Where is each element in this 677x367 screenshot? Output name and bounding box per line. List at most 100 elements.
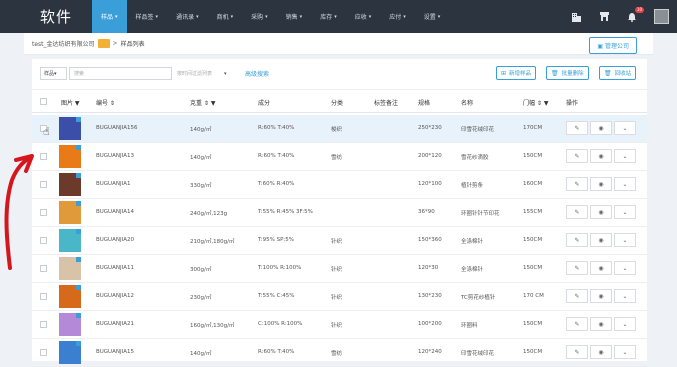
fabric-thumbnail[interactable] (59, 313, 81, 336)
bell-icon[interactable]: 10 (626, 6, 644, 23)
view-button[interactable]: ◉ (590, 317, 612, 331)
view-button[interactable]: ◉ (590, 149, 612, 163)
view-button[interactable]: ◉ (590, 233, 612, 247)
col-width[interactable]: 门幅 ⇕ ▼ (523, 98, 548, 107)
cell-width: 150CM (523, 349, 543, 355)
col-weight[interactable]: 克重 ⇕ ▼ (190, 98, 215, 107)
view-button[interactable]: ◉ (590, 261, 612, 275)
nav-item[interactable]: 库存 ▾ (311, 0, 346, 33)
add-sample-button[interactable]: ⊞ 新增样品 (496, 66, 537, 80)
cell-width: 150CM (523, 153, 543, 159)
nav-item[interactable]: 销售 ▾ (277, 0, 312, 33)
folder-icon[interactable] (97, 39, 110, 48)
row-checkbox[interactable] (40, 349, 47, 356)
table-header: 图片 ▼ 编号 ⇕ 克重 ⇕ ▼ 成分 分类 标签备注 规格 名称 门幅 ⇕ ▼… (32, 89, 647, 113)
nav-item[interactable]: 设置 ▾ (415, 0, 450, 33)
more-dropdown-button[interactable]: ⌄ (614, 205, 636, 219)
fabric-thumbnail[interactable] (59, 257, 81, 280)
edit-button[interactable]: ✎ (566, 149, 588, 163)
cell-weight: 160g/㎡,130g/㎡ (190, 323, 235, 329)
type-select[interactable]: 样品 ▾ (40, 67, 67, 80)
nav-item[interactable]: 样品签 ▾ (127, 0, 168, 33)
fabric-thumbnail[interactable] (59, 117, 81, 140)
advanced-search-link[interactable]: 高级搜索 (245, 69, 269, 78)
table-row[interactable]: BUGUANJIA12 230g/㎡ T:55% C:45% 针织 130*230 TC剪… (32, 283, 647, 311)
app-logo[interactable]: 软件 (40, 6, 92, 27)
more-dropdown-button[interactable]: ⌄ (614, 289, 636, 303)
store-icon[interactable] (598, 11, 610, 23)
table-row[interactable]: BUGUANJIA14 240g/㎡,123g T:55% R:45% 3F:5% 3… (32, 199, 647, 227)
edit-button[interactable]: ✎ (566, 345, 588, 359)
row-checkbox[interactable] (40, 209, 47, 216)
cell-code[interactable]: BUGUANJIA20 (96, 237, 134, 243)
more-dropdown-button[interactable]: ⌄ (614, 149, 636, 163)
nav-item[interactable]: 应付 ▾ (380, 0, 415, 33)
cell-code[interactable]: BUGUANJIA15 (96, 349, 134, 355)
cell-name: 环圈针针节印花 (461, 211, 500, 217)
view-button[interactable]: ◉ (590, 205, 612, 219)
table-row[interactable]: BUGUANJIA156 140g/㎡ R:60% T:40% 梭织 250*230 印雪… (32, 115, 647, 143)
chevron-down-icon: ⌄ (622, 180, 628, 188)
cell-code[interactable]: BUGUANJIA11 (96, 265, 134, 271)
cell-code[interactable]: BUGUANJIA14 (96, 209, 134, 215)
corner-tag-icon (76, 313, 81, 318)
nav-item[interactable]: 采购 ▾ (242, 0, 277, 33)
building-icon[interactable] (570, 11, 582, 23)
table-row[interactable]: BUGUANJIA20 210g/㎡,180g/㎡ T:95% SP:5% 针织 150… (32, 227, 647, 255)
nav-item[interactable]: 商机 ▾ (208, 0, 243, 33)
cell-code[interactable]: BUGUANJIA1 (96, 181, 130, 187)
row-checkbox[interactable] (40, 293, 47, 300)
breadcrumb-company[interactable]: test_金达纺织有限公司 (32, 39, 95, 48)
row-checkbox[interactable] (40, 153, 47, 160)
fabric-thumbnail[interactable] (59, 229, 81, 252)
edit-button[interactable]: ✎ (566, 205, 588, 219)
nav-item[interactable]: 通讯录 ▾ (167, 0, 208, 33)
edit-button[interactable]: ✎ (566, 177, 588, 191)
edit-button[interactable]: ✎ (566, 261, 588, 275)
row-checkbox[interactable] (40, 265, 47, 272)
view-button[interactable]: ◉ (590, 345, 612, 359)
edit-button[interactable]: ✎ (566, 121, 588, 135)
table-row[interactable]: BUGUANJIA11 300g/㎡ T:100% R:100% 针织 120*30 全涤… (32, 255, 647, 283)
user-avatar[interactable] (654, 9, 669, 24)
edit-button[interactable]: ✎ (566, 289, 588, 303)
view-button[interactable]: ◉ (590, 289, 612, 303)
cell-code[interactable]: BUGUANJIA13 (96, 153, 134, 159)
col-image[interactable]: 图片 ▼ (61, 98, 80, 107)
more-dropdown-button[interactable]: ⌄ (614, 261, 636, 275)
fabric-thumbnail[interactable] (59, 285, 81, 308)
corner-tag-icon (76, 229, 81, 234)
cell-composition: R:60% T:40% (258, 349, 295, 355)
row-checkbox[interactable] (40, 181, 47, 188)
table-row[interactable]: BUGUANJIA21 160g/㎡,130g/㎡ C:100% R:100% 针织 1… (32, 311, 647, 339)
fabric-thumbnail[interactable] (59, 145, 81, 168)
cell-code[interactable]: BUGUANJIA12 (96, 293, 134, 299)
view-button[interactable]: ◉ (590, 121, 612, 135)
row-checkbox[interactable] (40, 321, 47, 328)
table-row[interactable]: BUGUANJIA15 140g/㎡ R:60% T:40% 雪纺 120*240 印雪花… (32, 339, 647, 367)
recycle-bin-button[interactable]: 🗑 回收站 (599, 66, 637, 80)
more-dropdown-button[interactable]: ⌄ (614, 121, 636, 135)
time-filter-select[interactable]: 按时间过滤列表 ▾ (177, 67, 243, 80)
select-all-checkbox[interactable] (40, 98, 47, 105)
edit-button[interactable]: ✎ (566, 233, 588, 247)
fabric-thumbnail[interactable] (59, 201, 81, 224)
batch-delete-button[interactable]: 🗑 批量删除 (546, 66, 589, 80)
col-code[interactable]: 编号 ⇕ (96, 98, 115, 107)
table-row[interactable]: BUGUANJIA13 140g/㎡ R:60% T:40% 雪纺 200*120 雪花纱… (32, 143, 647, 171)
more-dropdown-button[interactable]: ⌄ (614, 233, 636, 247)
more-dropdown-button[interactable]: ⌄ (614, 177, 636, 191)
row-checkbox[interactable] (40, 237, 47, 244)
cell-code[interactable]: BUGUANJIA156 (96, 125, 137, 131)
view-button[interactable]: ◉ (590, 177, 612, 191)
search-input[interactable]: 搜索 (69, 67, 172, 80)
more-dropdown-button[interactable]: ⌄ (614, 345, 636, 359)
fabric-thumbnail[interactable] (59, 173, 81, 196)
cell-code[interactable]: BUGUANJIA21 (96, 321, 134, 327)
nav-item[interactable]: 样品 ▾ (92, 0, 127, 33)
edit-button[interactable]: ✎ (566, 317, 588, 331)
table-row[interactable]: BUGUANJIA1 330g/㎡ T:60% R:40% 120*100 植针剪条 16… (32, 171, 647, 199)
manage-company-button[interactable]: ▣ 管理公司 (589, 37, 637, 54)
more-dropdown-button[interactable]: ⌄ (614, 317, 636, 331)
nav-item[interactable]: 应收 ▾ (346, 0, 381, 33)
